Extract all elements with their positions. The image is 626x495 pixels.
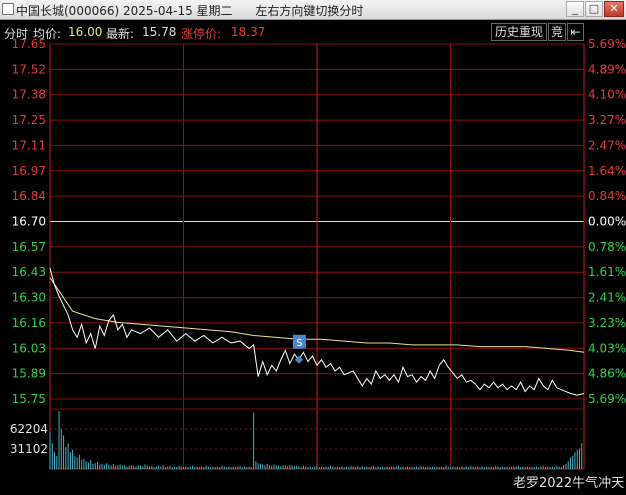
price-tick-label: 16.84 xyxy=(12,189,46,203)
price-tick-label: 16.30 xyxy=(12,291,46,305)
pct-tick-label: 5.69% xyxy=(588,37,626,51)
pct-tick-label: 0.84% xyxy=(588,189,626,203)
price-tick-label: 17.11 xyxy=(12,138,46,152)
price-tick-label: 16.57 xyxy=(12,240,46,254)
price-tick-label: 15.89 xyxy=(12,367,46,381)
signal-badge-label: S xyxy=(296,338,302,349)
pct-tick-label: 2.47% xyxy=(588,138,626,152)
price-tick-label: 17.38 xyxy=(12,88,46,102)
price-tick-label: 16.03 xyxy=(12,341,46,355)
pct-tick-label: 3.27% xyxy=(588,113,626,127)
pct-tick-label: 2.41% xyxy=(588,291,626,305)
pct-tick-label: 3.23% xyxy=(588,316,626,330)
price-tick-label: 17.52 xyxy=(12,62,46,76)
pct-tick-label: 4.03% xyxy=(588,341,626,355)
pct-tick-label: 1.64% xyxy=(588,164,626,178)
pct-tick-label: 1.61% xyxy=(588,265,626,279)
price-tick-label: 16.70 xyxy=(12,215,46,229)
pct-tick-label: 4.10% xyxy=(588,88,626,102)
pct-tick-label: 4.86% xyxy=(588,367,626,381)
price-tick-label: 16.43 xyxy=(12,265,46,279)
pct-tick-label: 4.89% xyxy=(588,62,626,76)
price-tick-label: 15.75 xyxy=(12,392,46,406)
volume-tick-label: 31102 xyxy=(10,442,48,456)
price-tick-label: 17.25 xyxy=(12,113,46,127)
volume-tick-label: 62204 xyxy=(10,422,48,436)
intraday-chart: 17.65 5.69% 17.52 4.89% 17.38 4.10% 17.25 3.27%… xyxy=(10,37,626,470)
price-tick-label: 16.97 xyxy=(12,164,46,178)
pct-tick-label: 5.69% xyxy=(588,392,626,406)
pct-tick-label: 0.78% xyxy=(588,240,626,254)
price-tick-label: 17.65 xyxy=(12,37,46,51)
price-tick-label: 16.16 xyxy=(12,316,46,330)
pct-tick-label: 0.00% xyxy=(588,215,626,229)
watermark-text: 老罗2022牛气冲天 xyxy=(513,476,625,491)
